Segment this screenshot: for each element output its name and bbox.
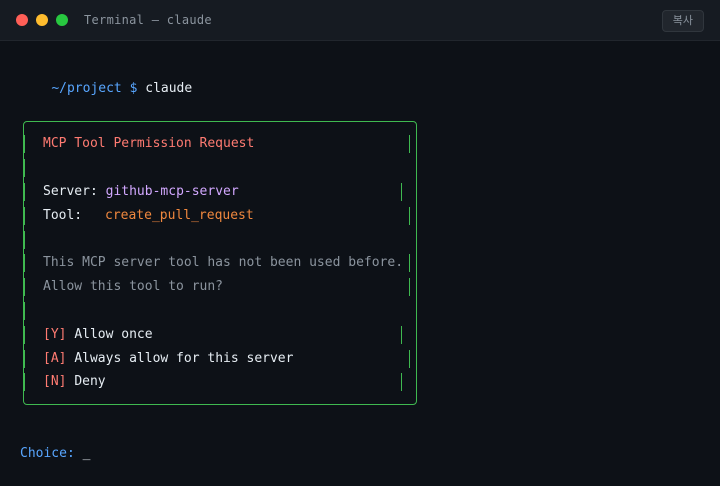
border-bar-right (409, 254, 410, 272)
option-label: Allow once (74, 327, 153, 342)
prompt-line: ~/project $ claude (20, 65, 192, 113)
border-bar-left (24, 231, 25, 249)
border-bar-left (24, 350, 25, 368)
tool-value: create_pull_request (105, 208, 254, 223)
server-value: github-mcp-server (105, 184, 239, 199)
option-key: [Y] (43, 327, 67, 342)
prompt-symbol: $ (129, 81, 138, 96)
prompt-path: ~/project (51, 81, 122, 96)
copy-button[interactable]: 복사 (661, 10, 704, 32)
minimize-window-button[interactable] (36, 14, 48, 26)
window-title: Terminal — claude (84, 13, 212, 27)
text-cursor: _ (82, 446, 91, 461)
choice-label: Choice: (20, 446, 75, 461)
border-bar-right (416, 231, 417, 249)
option-label: Always allow for this server (74, 351, 294, 366)
close-window-button[interactable] (16, 14, 28, 26)
option-always-allow[interactable]: [A] Always allow for this server (43, 351, 293, 367)
border-bar-left (24, 302, 25, 320)
border-bar-right (409, 135, 410, 153)
border-bar-right (409, 350, 410, 368)
border-bar-right (401, 183, 402, 201)
dialog-message-line2: Allow this tool to run? (43, 279, 224, 294)
border-bar-left (24, 278, 25, 296)
border-bar-left (24, 326, 25, 344)
option-key: [A] (43, 351, 67, 366)
terminal-window: Terminal — claude 복사 ~/project $ claude … (0, 0, 720, 486)
maximize-window-button[interactable] (56, 14, 68, 26)
option-allow-once[interactable]: [Y] Allow once (43, 327, 153, 343)
border-bar-left (24, 183, 25, 201)
border-bar-left (24, 254, 25, 272)
dialog-title: MCP Tool Permission Request (43, 136, 255, 151)
tool-label: Tool: (43, 208, 83, 223)
border-bar-left (24, 207, 25, 225)
option-deny[interactable]: [N] Deny (43, 374, 106, 390)
prompt-command: claude (145, 81, 193, 96)
border-bar-right (409, 278, 410, 296)
border-bar-right (401, 373, 402, 391)
server-row: Server: github-mcp-server (43, 184, 239, 200)
option-label: Deny (74, 374, 106, 389)
border-bar-left (24, 135, 25, 153)
title-bar: Terminal — claude 복사 (0, 0, 720, 41)
option-key: [N] (43, 374, 67, 389)
border-bar-left (24, 159, 25, 177)
dialog-message-line1: This MCP server tool has not been used b… (43, 255, 404, 270)
server-label: Server: (43, 184, 98, 199)
border-bar-right (401, 326, 402, 344)
border-bar-left (24, 373, 25, 391)
border-bar-right (409, 207, 410, 225)
border-bar-right (416, 302, 417, 320)
border-bar-right (416, 159, 417, 177)
choice-input[interactable]: Choice: _ (20, 446, 90, 462)
